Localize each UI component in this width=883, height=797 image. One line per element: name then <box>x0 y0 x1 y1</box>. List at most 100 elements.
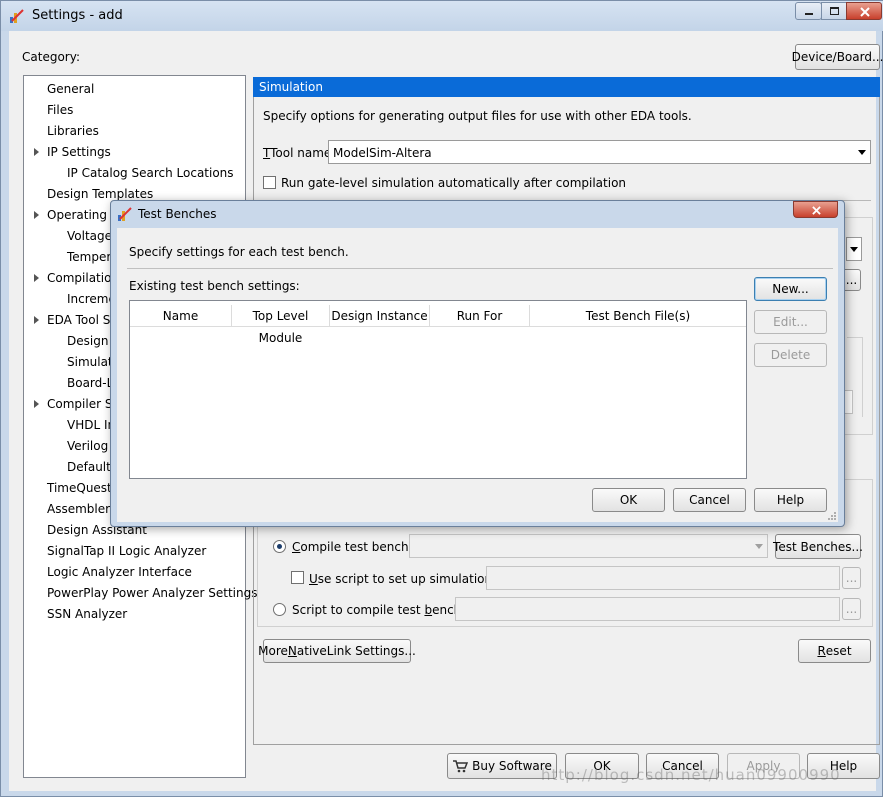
script-compile-browse-button[interactable]: ... <box>842 598 861 620</box>
tree-item[interactable]: Compilation <box>47 271 119 285</box>
test-bench-table[interactable]: Name Top Level Module Design Instance Ru… <box>129 300 747 479</box>
script-compile-label: Script to compile test bench: <box>292 603 466 617</box>
ellipsis-label: ... <box>845 602 858 616</box>
edit-test-bench-button[interactable]: Edit... <box>754 310 827 334</box>
col-header-test-bench-files[interactable]: Test Bench File(s) <box>530 305 746 327</box>
col-header-top-level-label: Top Level Module <box>252 309 309 345</box>
dialog-divider <box>127 268 833 269</box>
tool-name-label-text: Tool name: <box>270 146 336 160</box>
dialog-help-button[interactable]: Help <box>754 488 827 512</box>
tree-item[interactable]: Assembler <box>47 502 110 516</box>
delete-test-bench-button[interactable]: Delete <box>754 343 827 367</box>
tree-item[interactable]: General <box>47 82 94 96</box>
tree-item[interactable]: Compiler Se <box>47 397 120 411</box>
minimize-icon <box>805 13 813 15</box>
dialog-ok-button[interactable]: OK <box>592 488 665 512</box>
col-header-design-instance-label: Design Instance <box>331 309 428 323</box>
simulation-description: Specify options for generating output fi… <box>263 109 692 123</box>
run-gate-level-label: Run gate-level simulation automatically … <box>281 176 627 190</box>
expand-arrow-icon[interactable] <box>34 148 39 156</box>
tree-item[interactable]: Libraries <box>47 124 99 138</box>
window-title: Settings - add <box>32 8 123 23</box>
watermark: http://blog.csdn.net/huan09900990 <box>541 766 841 784</box>
ellipsis-label: ... <box>845 571 858 585</box>
chevron-down-icon <box>850 247 858 252</box>
close-icon <box>812 206 821 215</box>
reset-button[interactable]: Reset <box>798 639 871 663</box>
quartus-app-icon <box>10 9 24 23</box>
col-header-files-label: Test Bench File(s) <box>585 309 691 323</box>
maximize-button[interactable] <box>821 2 847 20</box>
use-script-checkbox[interactable] <box>291 571 304 584</box>
use-script-text: se script to set up simulation: <box>317 572 497 586</box>
tree-item[interactable]: Design Templates <box>47 187 153 201</box>
ellipsis-label: ... <box>845 273 858 287</box>
chevron-down-icon <box>858 150 866 155</box>
tree-item[interactable]: Files <box>47 103 73 117</box>
dialog-cancel-button[interactable]: Cancel <box>673 488 746 512</box>
table-header: Name Top Level Module Design Instance Ru… <box>130 305 746 345</box>
category-label: Category: <box>22 50 80 64</box>
use-script-input[interactable] <box>486 566 840 590</box>
dialog-title: Test Benches <box>138 207 217 221</box>
dialog-description: Specify settings for each test bench. <box>129 245 349 259</box>
more-nativelink-button[interactable]: More NativeLink Settings... <box>258 639 416 663</box>
new-test-bench-button[interactable]: New... <box>754 277 827 301</box>
col-header-name-label: Name <box>162 309 199 323</box>
test-benches-button[interactable]: Test Benches... <box>773 534 863 559</box>
dialog-client: Specify settings for each test bench. Ex… <box>117 228 838 522</box>
run-gate-level-checkbox[interactable] <box>263 176 276 189</box>
compile-test-bench-select[interactable] <box>409 534 768 558</box>
quartus-app-icon <box>118 207 132 221</box>
dialog-close-button[interactable] <box>793 201 838 218</box>
col-header-design-instance[interactable]: Design Instance <box>330 305 430 327</box>
simulation-header: Simulation <box>253 77 880 97</box>
minimize-button[interactable] <box>795 2 822 20</box>
tree-item[interactable]: Voltage <box>67 229 112 243</box>
format-select-arrow[interactable] <box>846 237 862 261</box>
tree-item[interactable]: Verilog I <box>67 439 116 453</box>
existing-settings-label: Existing test bench settings: <box>129 279 300 293</box>
test-benches-dialog: Test Benches Specify settings for each t… <box>110 200 845 527</box>
compile-test-bench-label: Compile test bench: <box>292 540 413 554</box>
chevron-down-icon <box>755 544 763 549</box>
tree-item[interactable]: VHDL In <box>67 418 115 432</box>
close-button[interactable] <box>846 2 882 20</box>
expand-arrow-icon[interactable] <box>34 400 39 408</box>
cart-icon <box>453 760 469 773</box>
resize-grip-icon[interactable] <box>827 511 837 521</box>
tree-item[interactable]: SSN Analyzer <box>47 607 127 621</box>
compile-test-bench-text: ompile test bench: <box>300 540 413 554</box>
expand-arrow-icon[interactable] <box>34 211 39 219</box>
tree-item[interactable]: IP Catalog Search Locations <box>67 166 234 180</box>
expand-arrow-icon[interactable] <box>34 316 39 324</box>
tree-item[interactable]: Board-L <box>67 376 113 390</box>
expand-arrow-icon[interactable] <box>34 274 39 282</box>
tool-name-select[interactable]: ModelSim-Altera <box>328 140 871 164</box>
close-icon <box>860 7 870 17</box>
use-script-label: Use script to set up simulation: <box>309 572 497 586</box>
script-compile-radio[interactable] <box>273 603 286 616</box>
tree-item[interactable]: PowerPlay Power Analyzer Settings <box>47 586 257 600</box>
tree-item[interactable]: Logic Analyzer Interface <box>47 565 192 579</box>
device-board-button[interactable]: Device/Board... <box>792 44 883 70</box>
col-header-top-level-module[interactable]: Top Level Module <box>232 305 330 345</box>
col-header-run-for-label: Run For <box>456 309 503 323</box>
tree-item[interactable]: IP Settings <box>47 145 111 159</box>
use-script-browse-button[interactable]: ... <box>842 567 861 589</box>
compile-test-bench-radio[interactable] <box>273 540 286 553</box>
title-bar: Settings - add <box>1 1 883 31</box>
tree-item[interactable]: Increme <box>67 292 116 306</box>
maximize-icon <box>830 7 839 15</box>
col-header-name[interactable]: Name <box>130 305 232 327</box>
tool-name-value: ModelSim-Altera <box>333 146 432 160</box>
tool-name-label: TTool name: <box>263 146 336 160</box>
simulation-header-title: Simulation <box>259 80 323 94</box>
col-header-run-for[interactable]: Run For <box>430 305 530 327</box>
buy-software-label: Buy Software <box>472 759 552 773</box>
tree-item[interactable]: Simulati <box>67 355 116 369</box>
tree-item[interactable]: SignalTap II Logic Analyzer <box>47 544 206 558</box>
script-compile-input[interactable] <box>455 597 840 621</box>
tree-item[interactable]: Operating S <box>47 208 118 222</box>
tree-item[interactable]: EDA Tool Se <box>47 313 118 327</box>
